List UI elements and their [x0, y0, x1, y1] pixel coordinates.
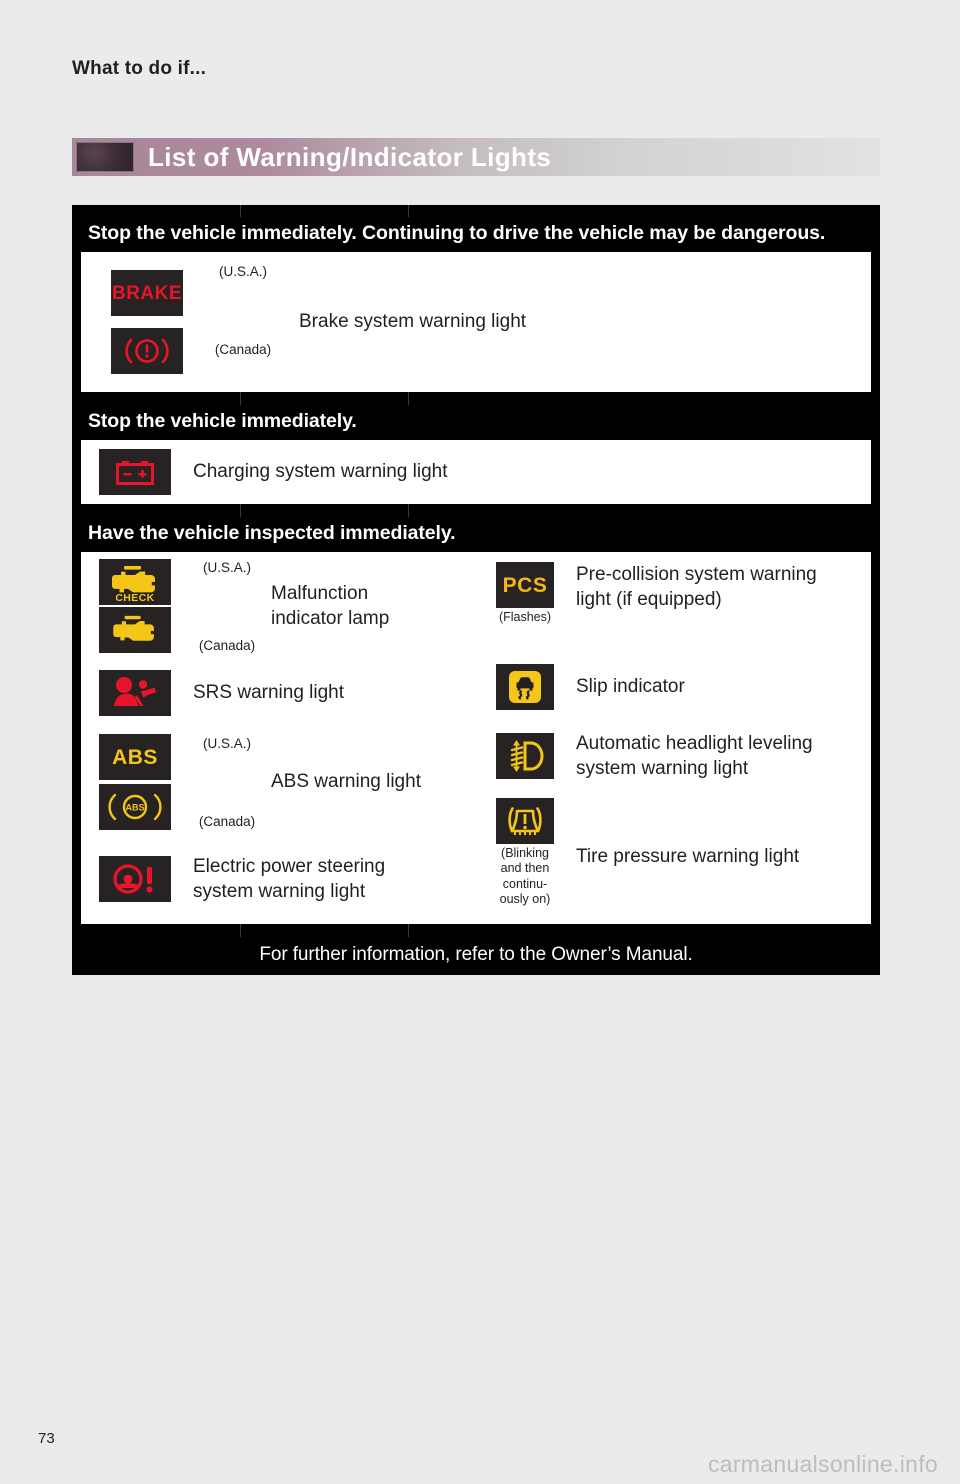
check-engine-icon	[99, 607, 171, 653]
brake-circle-exclamation-icon	[111, 328, 183, 374]
check-engine-check-icon: CHECK	[99, 559, 171, 605]
brake-region-usa: (U.S.A.)	[218, 264, 267, 279]
steering-wheel-exclamation-icon	[99, 856, 171, 902]
section-3-panel: CHECK (U.S.A.) (Canada) Malfunction indi…	[81, 552, 871, 924]
mil-description-line2: indicator lamp	[271, 608, 390, 629]
srs-description: SRS warning light	[193, 682, 345, 704]
section-heading-stop-immediately: Stop the vehicle immediately.	[72, 405, 880, 440]
abs-description: ABS warning light	[271, 771, 421, 793]
abs-icon-label: ABS	[112, 745, 158, 769]
site-watermark: carmanualsonline.info	[707, 1451, 938, 1477]
pcs-description-line2: light (if equipped)	[576, 589, 722, 611]
inspect-left-column: CHECK (U.S.A.) (Canada) Malfunction indi…	[81, 552, 476, 924]
abs-circle-icon: ABS	[99, 784, 171, 830]
headlight-description-line2: system warning light	[576, 758, 749, 779]
table-footer-note: For further information, refer to the Ow…	[72, 937, 880, 975]
section-1-panel: BRAKE (U.S.A.) (Canada) Brake system war…	[81, 252, 871, 392]
pcs-description-line1: Pre-collision system warning	[576, 564, 817, 585]
warning-lights-table: Stop the vehicle immediately. Continuing…	[72, 205, 880, 975]
eps-description-line2: system warning light	[193, 881, 366, 902]
tire-note-line1: (Blinking	[501, 846, 549, 860]
section-gap-2	[72, 504, 880, 517]
pcs-note: (Flashes)	[498, 610, 552, 624]
tire-description: Tire pressure warning light	[576, 846, 800, 867]
section-banner: List of Warning/Indicator Lights	[72, 138, 880, 176]
inspect-right-column: PCS (Flashes) Pre-collision system warni…	[476, 552, 871, 924]
pcs-text-icon: PCS	[496, 562, 554, 608]
tire-note-line2: and then	[500, 861, 550, 876]
srs-airbag-icon	[99, 670, 171, 716]
page-number: 73	[38, 1430, 55, 1447]
section-2-panel: Charging system warning light	[81, 440, 871, 504]
eps-description-line1: Electric power steering	[193, 855, 386, 877]
slip-description: Slip indicator	[576, 676, 685, 698]
section-marker-icon	[76, 142, 134, 172]
brake-icon-label: BRAKE	[111, 282, 183, 304]
battery-icon	[99, 449, 171, 495]
tire-note-line4: ously on)	[499, 891, 551, 906]
tire-pressure-icon	[496, 798, 554, 844]
section-heading-stop-dangerous: Stop the vehicle immediately. Continuing…	[72, 217, 880, 252]
brake-description: Brake system warning light	[299, 311, 527, 333]
abs-text-icon: ABS	[99, 734, 171, 780]
slip-indicator-icon	[496, 664, 554, 710]
section-gap-3	[72, 924, 880, 937]
headlight-description-line1: Automatic headlight leveling	[576, 732, 813, 754]
tire-note-line3: continu-	[502, 876, 548, 891]
pcs-icon-label: PCS	[502, 573, 548, 597]
mil-region-usa: (U.S.A.)	[202, 560, 251, 575]
headlight-leveling-icon	[496, 733, 554, 779]
mil-description-line1: Malfunction	[271, 582, 369, 604]
running-head: What to do if...	[72, 58, 207, 79]
brake-text-icon: BRAKE	[111, 270, 183, 316]
svg-text:ABS: ABS	[125, 803, 144, 813]
svg-text:CHECK: CHECK	[115, 592, 154, 603]
abs-region-usa: (U.S.A.)	[202, 736, 251, 751]
table-top-rule	[72, 205, 880, 217]
charging-description: Charging system warning light	[193, 461, 448, 483]
section-title: List of Warning/Indicator Lights	[148, 141, 552, 172]
section-gap-1	[72, 392, 880, 405]
section-heading-inspect: Have the vehicle inspected immediately.	[72, 517, 880, 552]
